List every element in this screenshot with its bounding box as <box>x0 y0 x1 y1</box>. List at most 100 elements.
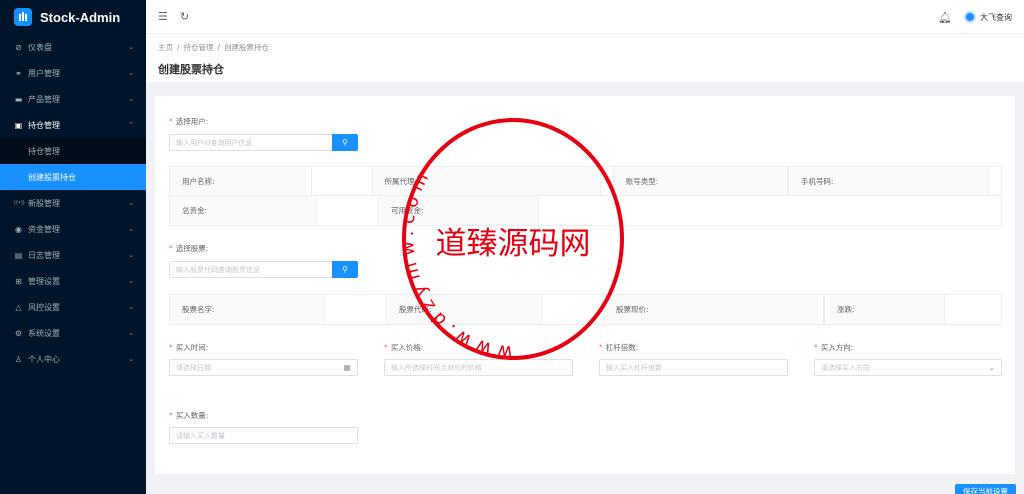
chevron-down-icon: ⌄ <box>128 225 134 233</box>
calendar-icon: ▦ <box>343 363 351 372</box>
brand[interactable]: Stock-Admin <box>0 0 146 34</box>
refresh-icon[interactable]: ↻ <box>180 10 189 23</box>
form-card: * 选择用户: 输入用户id查询用户信息 ⚲ 用户名称: 所属代理: 账号类型: … <box>155 96 1015 474</box>
sidebar-item-label: 持仓管理 <box>28 120 60 130</box>
breadcrumb: 主页 / 持仓管理 / 创建股票持仓 <box>158 43 270 52</box>
table-row: 股票名字: 股票代码: 股票现价: 涨跌: <box>170 295 1001 324</box>
user-name[interactable]: 大飞查询 <box>980 12 1012 23</box>
chevron-down-icon: ⌄ <box>128 95 134 103</box>
fund-icon: ◉ <box>15 224 22 234</box>
user-name-value <box>312 167 373 195</box>
buy-time-picker[interactable]: 请选择日期 ▦ <box>169 359 358 376</box>
sidebar-item-label: 产品管理 <box>28 94 60 104</box>
sidebar-subitem-0[interactable]: 持仓管理 <box>0 138 146 164</box>
stock-code-value <box>542 295 604 324</box>
leverage-input[interactable]: 输入买入杠杆倍数 <box>599 359 788 376</box>
sidebar-item-7[interactable]: ⊞ 管理设置 ⌄ <box>0 268 146 294</box>
top-header: ☰ ↻ 🔔︎ 大飞查询 <box>146 0 1024 34</box>
chevron-down-icon: ⌄ <box>128 277 134 285</box>
buy-direction-select[interactable]: 请选择买入方向 ⌄ <box>814 359 1002 376</box>
avatar[interactable] <box>964 11 976 23</box>
sidebar-item-5[interactable]: ◉ 资金管理 ⌄ <box>0 216 146 242</box>
buy-price-input[interactable]: 输入所选择时间点对应的价格 <box>384 359 573 376</box>
chevron-down-icon: ⌄ <box>128 355 134 363</box>
user-name-key: 用户名称: <box>170 167 313 195</box>
quantity-input[interactable]: 请输入买入数量 <box>169 427 358 444</box>
save-settings-button[interactable]: 保存当前设置 <box>955 484 1016 494</box>
breadcrumb-current: 创建股票持仓 <box>224 43 270 52</box>
ipo-icon: ((•)) <box>14 200 25 206</box>
logo-icon <box>14 8 32 26</box>
collapse-menu-icon[interactable]: ☰ <box>158 10 168 23</box>
dashboard-icon: ⊘ <box>15 42 22 52</box>
brand-name: Stock-Admin <box>40 9 121 25</box>
sidebar-item-label: 个人中心 <box>28 354 60 364</box>
chevron-down-icon: ⌄ <box>128 69 134 77</box>
header-right: 🔔︎ 大飞查询 <box>938 0 1012 34</box>
person-icon: ♙ <box>14 354 23 364</box>
sidebar-item-label: 仪表盘 <box>28 42 52 52</box>
leverage-label: * 杠杆倍数: <box>599 343 639 352</box>
sidebar-item-9[interactable]: ⚙ 系统设置 ⌄ <box>0 320 146 346</box>
table-row: 用户名称: 所属代理: 账号类型: 手机号码: <box>170 167 1001 196</box>
position-icon: ▣ <box>14 120 23 130</box>
phone-value <box>989 167 1001 195</box>
available-funds-key: 可用资金: <box>379 196 539 225</box>
quantity-label: * 买入数量: <box>169 411 209 420</box>
risk-icon: △ <box>15 302 22 312</box>
total-funds-value <box>317 196 379 225</box>
chevron-up-icon: ⌃ <box>128 121 134 129</box>
sidebar-item-label: 用户管理 <box>28 68 60 78</box>
sidebar-item-label: 管理设置 <box>28 276 60 286</box>
phone-key: 手机号码: <box>788 167 990 195</box>
chevron-down-icon: ⌄ <box>128 329 134 337</box>
stock-label: * 选择股票: <box>169 244 209 253</box>
stock-code-key: 股票代码: <box>387 295 542 324</box>
page-title: 创建股票持仓 <box>158 63 224 76</box>
chevron-down-icon: ⌄ <box>988 363 995 372</box>
stock-name-value <box>325 295 387 324</box>
product-icon: ▬ <box>14 94 23 104</box>
user-search-input[interactable]: 输入用户id查询用户信息 <box>169 134 333 151</box>
account-type-key: 账号类型: <box>613 167 788 195</box>
change-key: 涨跌: <box>825 295 945 324</box>
sidebar-item-3[interactable]: ▣ 持仓管理 ⌃ <box>0 112 146 138</box>
sidebar-item-8[interactable]: △ 风控设置 ⌄ <box>0 294 146 320</box>
sidebar-item-6[interactable]: ▤ 日志管理 ⌄ <box>0 242 146 268</box>
sidebar-submenu: 持仓管理 创建股票持仓 <box>0 138 146 190</box>
buy-direction-label: * 买入方向: <box>814 343 854 352</box>
users-icon: ⚭ <box>15 68 22 78</box>
chevron-down-icon: ⌄ <box>128 251 134 259</box>
user-info-table: 用户名称: 所属代理: 账号类型: 手机号码: 总资金: 可用资金: <box>169 166 1002 226</box>
sidebar-item-4[interactable]: ((•)) 新股管理 ⌄ <box>0 190 146 216</box>
search-icon: ⚲ <box>342 138 348 147</box>
stock-search-input[interactable]: 输入股票代码查询股票信息 <box>169 261 333 278</box>
table-row: 总资金: 可用资金: <box>170 196 1001 225</box>
buy-time-label: * 买入时间: <box>169 343 209 352</box>
sidebar-item-label: 新股管理 <box>28 198 60 208</box>
available-funds-value <box>539 196 1001 225</box>
sidebar-item-0[interactable]: ⊘ 仪表盘 ⌄ <box>0 34 146 60</box>
stock-search-button[interactable]: ⚲ <box>332 261 358 278</box>
sidebar: Stock-Admin ⊘ 仪表盘 ⌄ ⚭ 用户管理 ⌄ ▬ 产品管理 ⌄ ▣ 持仓管理 ⌃ 持仓管理创… <box>0 0 146 494</box>
user-search-button[interactable]: ⚲ <box>332 134 358 151</box>
sidebar-item-label: 资金管理 <box>28 224 60 234</box>
bell-icon[interactable]: 🔔︎ <box>938 11 952 24</box>
stock-price-key: 股票现价: <box>604 295 824 324</box>
sidebar-subitem-1[interactable]: 创建股票持仓 <box>0 164 146 190</box>
sidebar-item-10[interactable]: ♙ 个人中心 ⌄ <box>0 346 146 372</box>
search-icon: ⚲ <box>342 265 348 274</box>
sidebar-item-label: 日志管理 <box>28 250 60 260</box>
breadcrumb-position[interactable]: 持仓管理 <box>184 43 214 52</box>
stock-info-table: 股票名字: 股票代码: 股票现价: 涨跌: <box>169 294 1002 325</box>
sidebar-item-1[interactable]: ⚭ 用户管理 ⌄ <box>0 60 146 86</box>
sidebar-item-label: 风控设置 <box>28 302 60 312</box>
sidebar-item-2[interactable]: ▬ 产品管理 ⌄ <box>0 86 146 112</box>
admin-settings-icon: ⊞ <box>15 276 22 286</box>
breadcrumb-home[interactable]: 主页 <box>158 43 173 52</box>
page-header: 主页 / 持仓管理 / 创建股票持仓 创建股票持仓 <box>146 34 1024 82</box>
sidebar-menu: ⊘ 仪表盘 ⌄ ⚭ 用户管理 ⌄ ▬ 产品管理 ⌄ ▣ 持仓管理 ⌃ 持仓管理 创建股票持仓 ((•)) 新股… <box>0 34 146 372</box>
agent-value <box>601 167 614 195</box>
buy-price-label: * 买入价格: <box>384 343 424 352</box>
log-icon: ▤ <box>14 250 23 260</box>
